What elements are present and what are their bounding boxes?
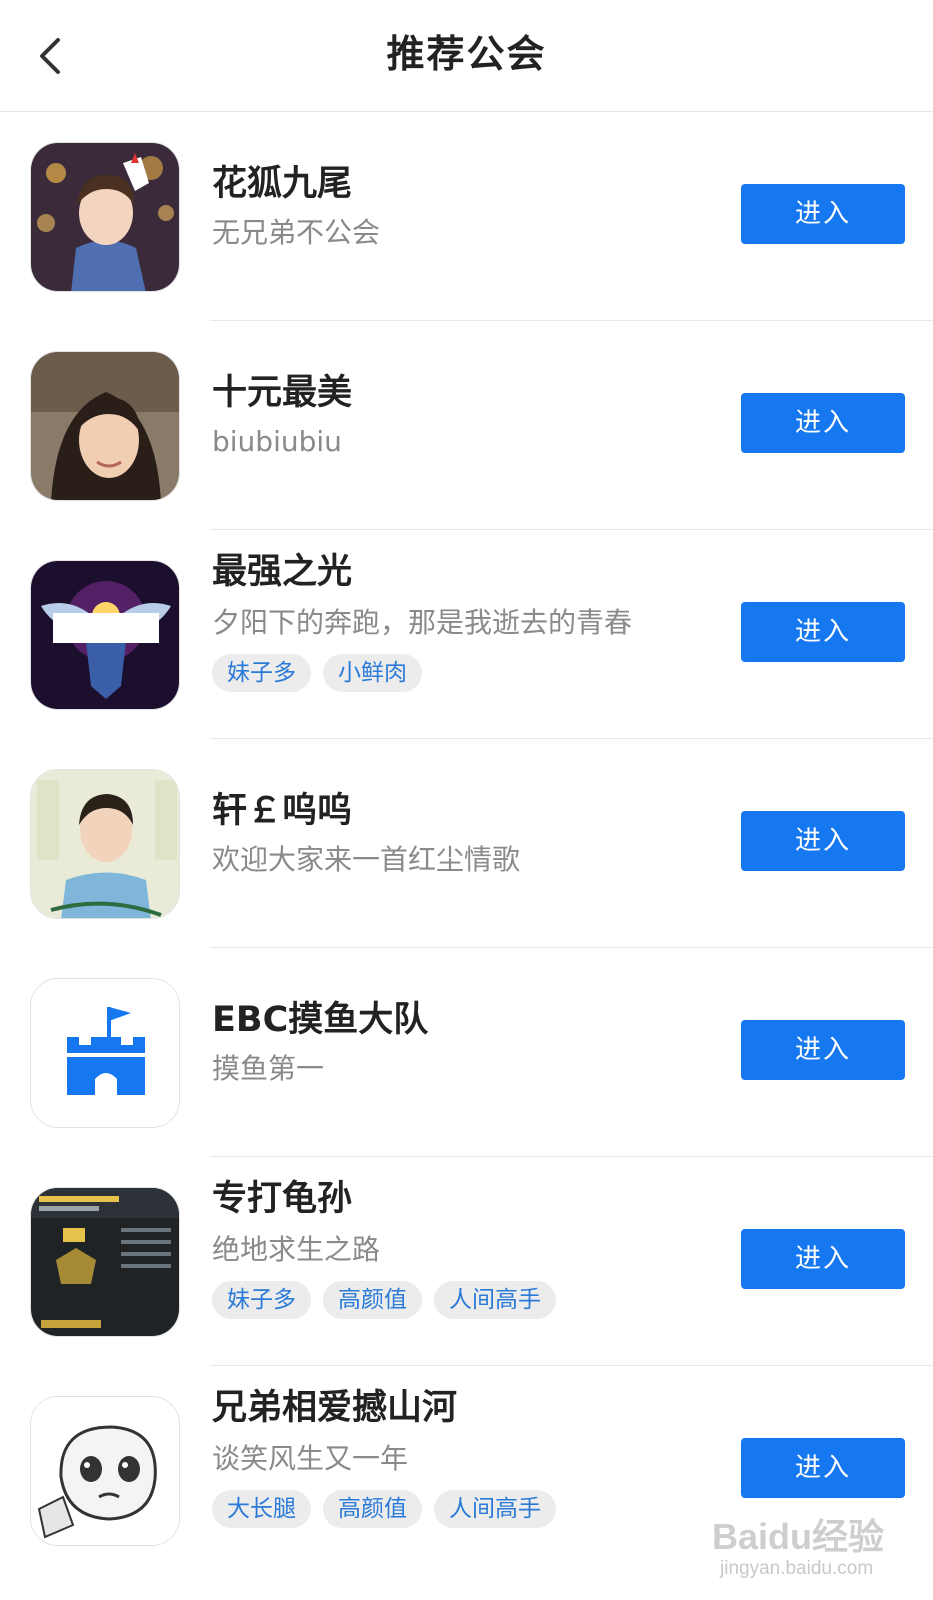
guild-name: 轩￡呜呜 [212,791,353,831]
guild-tags: 妹子多 小鲜肉 [212,654,422,692]
tag-chip: 人间高手 [434,1490,556,1528]
guild-item[interactable]: 轩￡呜呜 欢迎大家来一首红尘情歌 进入 [0,739,933,948]
tag-chip: 大长腿 [212,1490,311,1528]
enter-button[interactable]: 进入 [741,1438,905,1498]
tag-chip: 小鲜肉 [323,654,422,692]
header-bar: 推荐公会 [0,0,933,112]
guild-list: 花狐九尾 无兄弟不公会 进入 十元最美 biubiubiu 进入 最强之光 夕阳… [0,112,933,1575]
watermark-url: jingyan.baidu.com [720,1558,874,1579]
enter-button[interactable]: 进入 [741,393,905,453]
tag-chip: 妹子多 [212,654,311,692]
enter-button[interactable]: 进入 [741,184,905,244]
guild-item[interactable]: 十元最美 biubiubiu 进入 [0,321,933,530]
page-title: 推荐公会 [386,32,547,76]
enter-button[interactable]: 进入 [741,1229,905,1289]
watermark-brand: Baidu经验 [712,1516,885,1557]
guild-description: 欢迎大家来一首红尘情歌 [212,843,521,876]
guild-description: biubiubiu [212,425,342,458]
guild-item[interactable]: 专打龟孙 绝地求生之路 妹子多 高颜值 人间高手 进入 [0,1157,933,1366]
guild-description: 摸鱼第一 [212,1052,325,1085]
guild-name: 十元最美 [212,373,353,413]
guild-tags: 妹子多 高颜值 人间高手 [212,1281,556,1319]
guild-name: 专打龟孙 [212,1179,353,1219]
baidu-watermark: Baidu经验 jingyan.baidu.com [712,1508,912,1588]
young-man-photo-avatar [30,769,180,919]
guild-name: 最强之光 [212,552,353,592]
enter-button[interactable]: 进入 [741,602,905,662]
guild-name: EBC摸鱼大队 [212,1000,429,1040]
portrait-photo-avatar [30,351,180,501]
anime-character-avatar [30,142,180,292]
guild-description: 谈笑风生又一年 [212,1442,409,1475]
meme-face-avatar [30,1396,180,1546]
guild-description: 绝地求生之路 [212,1233,381,1266]
guild-tags: 大长腿 高颜值 人间高手 [212,1490,556,1528]
winged-emblem-avatar [30,560,180,710]
tag-chip: 高颜值 [323,1281,422,1319]
enter-button[interactable]: 进入 [741,811,905,871]
guild-name: 花狐九尾 [212,164,353,204]
guild-description: 无兄弟不公会 [212,216,381,249]
guild-name: 兄弟相爱撼山河 [212,1388,458,1428]
castle-flag-icon [30,978,180,1128]
guild-item[interactable]: 最强之光 夕阳下的奔跑，那是我逝去的青春 妹子多 小鲜肉 进入 [0,530,933,739]
enter-button[interactable]: 进入 [741,1020,905,1080]
game-stats-screenshot-avatar [30,1187,180,1337]
guild-description: 夕阳下的奔跑，那是我逝去的青春 [212,606,633,639]
guild-item[interactable]: 花狐九尾 无兄弟不公会 进入 [0,112,933,321]
tag-chip: 人间高手 [434,1281,556,1319]
tag-chip: 妹子多 [212,1281,311,1319]
guild-item[interactable]: EBC摸鱼大队 摸鱼第一 进入 [0,948,933,1157]
tag-chip: 高颜值 [323,1490,422,1528]
